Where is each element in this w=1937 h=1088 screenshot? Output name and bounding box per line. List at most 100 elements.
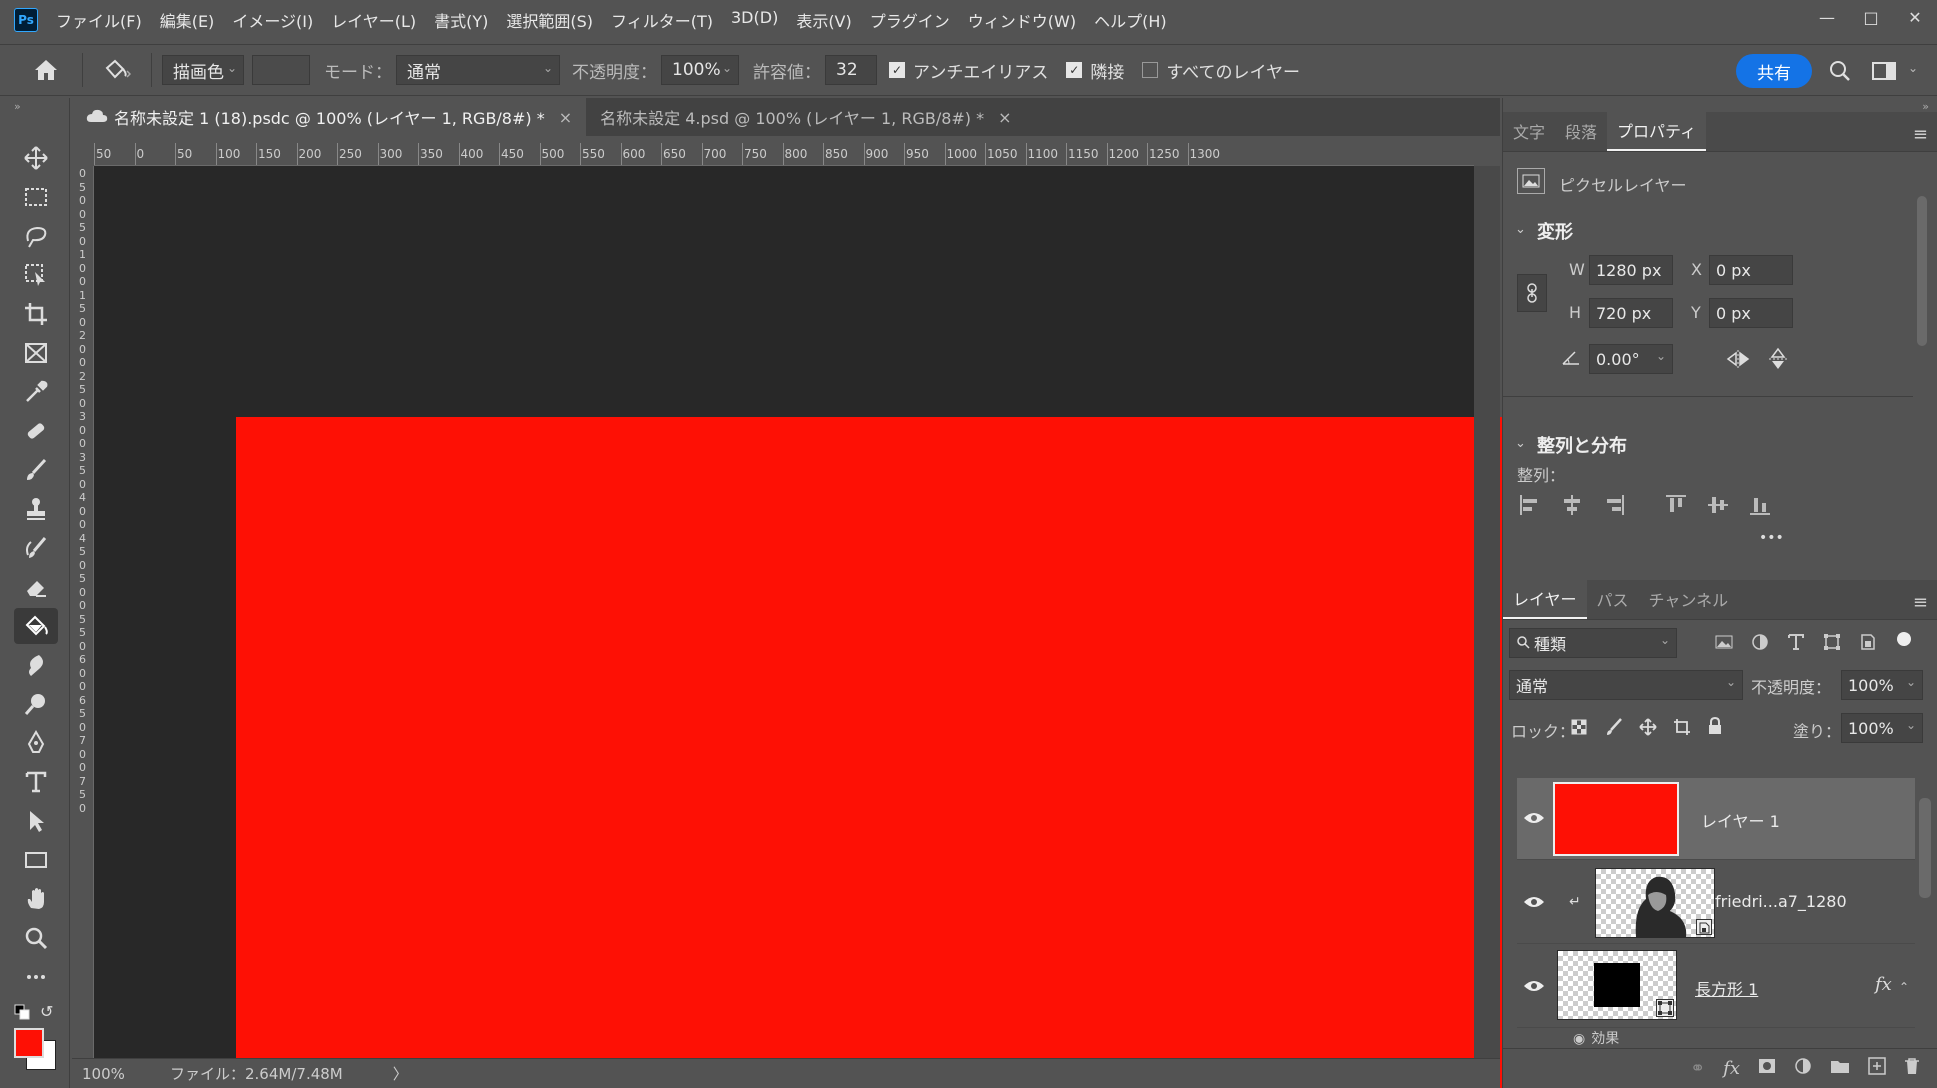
filter-toggle[interactable] [1897,632,1911,646]
tab-paths[interactable]: パス [1587,579,1639,619]
maximize-icon[interactable]: □ [1849,0,1893,34]
fill-source-select[interactable]: 描画色 ⌄ [162,55,244,85]
menu-item[interactable]: 書式(Y) [434,8,488,32]
tab-channels[interactable]: チャンネル [1639,579,1739,619]
home-icon[interactable] [20,58,72,82]
eye-icon[interactable] [1523,894,1545,910]
menu-item[interactable]: プラグイン [870,8,950,32]
lock-artboard-icon[interactable] [1673,718,1691,740]
tab-character[interactable]: 文字 [1503,111,1555,151]
layer-filter-select[interactable]: 種類 ⌄ [1509,628,1677,658]
close-tab-icon[interactable]: × [559,108,572,127]
align-top-icon[interactable] [1665,494,1687,516]
history-brush-tool-icon[interactable] [14,530,58,566]
tab-document-1[interactable]: 名称未設定 1 (18).psdc @ 100% (レイヤー 1, RGB/8#… [72,98,587,136]
minimize-icon[interactable]: — [1805,0,1849,34]
tab-document-2[interactable]: 名称未設定 4.psd @ 100% (レイヤー 1, RGB/8#) * × [586,98,1025,136]
menu-item[interactable]: 選択範囲(S) [506,8,593,32]
canvas-area[interactable] [94,166,1516,1088]
lock-all-icon[interactable] [1707,716,1723,739]
menu-item[interactable]: ファイル(F) [56,8,142,32]
eraser-tool-icon[interactable] [14,569,58,605]
panel-menu-icon[interactable]: ≡ [1913,592,1928,613]
new-group-icon[interactable] [1830,1058,1850,1079]
tab-paragraph[interactable]: 段落 [1555,111,1607,151]
add-layer-style-icon[interactable]: fx [1723,1058,1740,1079]
new-layer-icon[interactable] [1868,1057,1886,1080]
menu-item[interactable]: レイヤー(L) [331,8,416,32]
swap-colors-icon[interactable]: ↺ [40,1002,53,1021]
chevron-down-icon[interactable]: ⌄ [1515,436,1526,451]
rectangle-tool-icon[interactable] [14,842,58,878]
close-tab-icon[interactable]: × [998,108,1011,127]
height-input[interactable]: 720 px [1589,298,1673,328]
align-center-horizontal-icon[interactable] [1561,494,1583,516]
frame-tool-icon[interactable] [14,335,58,371]
blend-mode-select[interactable]: 通常 ⌄ [1509,670,1743,700]
chevron-down-icon[interactable]: ⌄ [1515,222,1526,237]
tab-properties[interactable]: プロパティ [1607,111,1707,151]
layer-name[interactable]: 長方形 1 [1695,976,1758,1000]
lock-pixels-icon[interactable] [1605,718,1623,740]
link-icon[interactable] [1517,274,1547,312]
layer-effects-icon[interactable]: fx [1875,974,1892,995]
layers-scrollbar[interactable] [1919,778,1931,1044]
antialias-checkbox[interactable]: ✓ [889,62,905,78]
zoom-tool-icon[interactable] [14,920,58,956]
move-tool-icon[interactable] [14,140,58,176]
flip-horizontal-icon[interactable] [1725,348,1751,374]
paint-bucket-preset-icon[interactable] [93,58,141,82]
default-colors-icon[interactable] [14,1004,30,1020]
lock-transparent-icon[interactable] [1571,719,1587,739]
menu-item[interactable]: イメージ(I) [232,8,313,32]
vertical-ruler[interactable]: 0500501001502002503003504004505005506006… [72,166,94,1058]
angle-input[interactable]: 0.00° ⌄ [1589,344,1673,374]
brush-tool-icon[interactable] [14,452,58,488]
align-right-icon[interactable] [1603,494,1625,516]
layer-row[interactable]: 長方形 1 fx ⌃ [1517,946,1915,1028]
horizontal-ruler[interactable]: 50 0 50 100 150 200 250 300 350 400 450 500 550 600 65… [94,143,1474,166]
eye-icon[interactable]: ◉ [1573,1031,1585,1046]
search-icon[interactable] [1826,57,1854,85]
adjustment-layer-icon[interactable] [1794,1057,1812,1080]
align-bottom-icon[interactable] [1749,494,1771,516]
delete-layer-icon[interactable] [1904,1057,1920,1080]
document-canvas[interactable] [236,417,1516,1088]
link-layers-icon[interactable]: ⚭ [1690,1058,1705,1079]
layer-name[interactable]: レイヤー 1 [1701,808,1780,832]
panel-menu-icon[interactable]: ≡ [1913,124,1928,145]
properties-scrollbar[interactable] [1917,178,1927,518]
share-button[interactable]: 共有 [1736,54,1812,88]
close-icon[interactable]: ✕ [1893,0,1937,34]
dodge-tool-icon[interactable] [14,686,58,722]
contiguous-checkbox[interactable]: ✓ [1066,62,1083,78]
zoom-level[interactable]: 100% [82,1065,142,1083]
status-menu-arrow[interactable]: 〉 [393,1063,408,1084]
blur-tool-icon[interactable] [14,647,58,683]
chevron-down-icon[interactable]: ⌄ [1908,61,1918,75]
filter-pixel-icon[interactable] [1715,634,1733,654]
menu-item[interactable]: 表示(V) [796,8,851,32]
collapse-icon[interactable]: » [14,100,21,113]
add-mask-icon[interactable] [1758,1058,1776,1079]
all-layers-checkbox[interactable] [1142,62,1159,78]
hand-tool-icon[interactable] [14,881,58,917]
healing-brush-tool-icon[interactable] [14,413,58,449]
layer-name[interactable]: friedri...a7_1280 [1715,892,1847,911]
menu-item[interactable]: 3D(D) [731,8,778,32]
y-input[interactable]: 0 px [1709,298,1793,328]
flip-vertical-icon[interactable] [1767,346,1789,376]
tab-layers[interactable]: レイヤー [1503,579,1587,619]
tolerance-input[interactable]: 32 [825,55,877,85]
layer-opacity-input[interactable]: 100% ⌄ [1841,670,1923,700]
filter-type-icon[interactable] [1787,633,1805,655]
width-input[interactable]: 1280 px [1589,255,1673,285]
lock-position-icon[interactable] [1639,718,1657,740]
eye-icon[interactable] [1523,978,1545,994]
eye-icon[interactable] [1523,810,1545,826]
align-middle-vertical-icon[interactable] [1707,494,1729,516]
filter-smart-object-icon[interactable] [1859,633,1877,655]
lasso-tool-icon[interactable] [14,218,58,254]
marquee-tool-icon[interactable] [14,179,58,215]
x-input[interactable]: 0 px [1709,255,1793,285]
